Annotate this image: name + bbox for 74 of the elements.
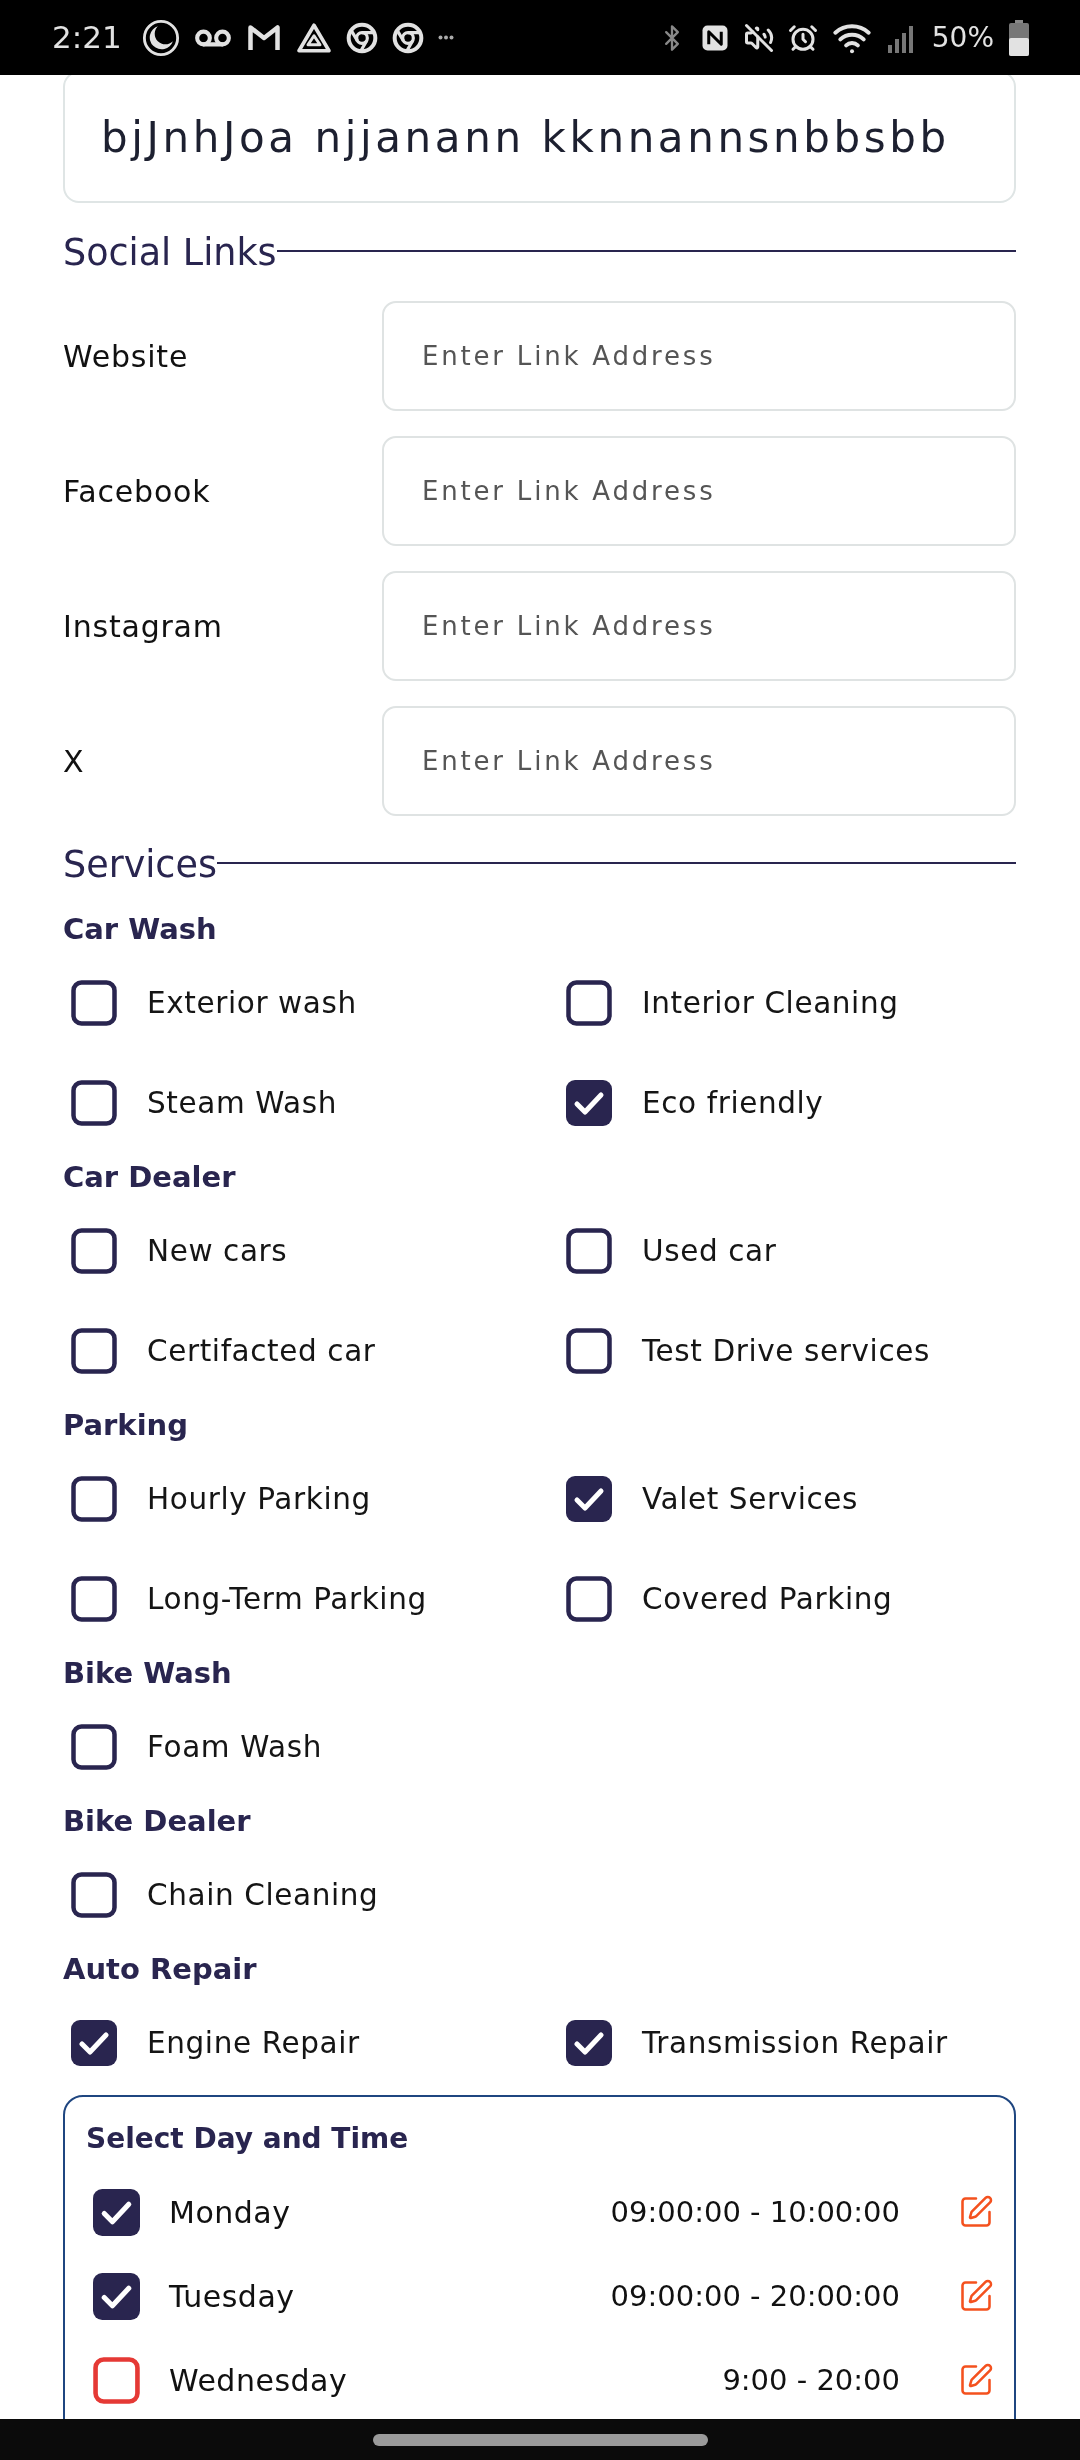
checkbox[interactable] [71,1872,117,1918]
option-label: Interior Cleaning [642,986,899,1020]
option-label: Eco friendly [642,1086,824,1120]
time-range: 09:00:00 - 10:00:00 [610,2195,900,2229]
option-label: Used car [642,1234,777,1268]
category-title: Bike Dealer [63,1803,251,1840]
option-label: Exterior wash [147,986,357,1020]
link-input[interactable]: Enter Link Address [382,571,1016,681]
checkbox[interactable] [566,1328,612,1374]
checkbox[interactable] [566,980,612,1026]
checkbox[interactable] [566,1476,612,1522]
edit-icon[interactable] [958,2362,994,2398]
option-label: Transmission Repair [642,2026,948,2060]
category-title: Car Dealer [63,1159,236,1196]
triangle-icon [295,21,332,54]
option-label: Covered Parking [642,1582,893,1616]
text-field[interactable]: bjJnhJoa njjanann kknnannsnbbsbb [63,75,1016,203]
option-label: Engine Repair [147,2026,360,2060]
category-title: Car Wash [63,911,217,948]
category-title: Parking [63,1407,188,1444]
option-label: Chain Cleaning [147,1878,379,1912]
checkbox[interactable] [93,2272,140,2320]
battery-percent: 50% [931,23,994,52]
option-label: Hourly Parking [147,1482,371,1516]
link-input[interactable]: Enter Link Address [382,436,1016,546]
time-range: 9:00 - 20:00 [722,2363,900,2397]
checkbox[interactable] [566,2020,612,2066]
checkbox[interactable] [93,2188,140,2236]
checkbox[interactable] [71,1576,117,1622]
day-label: Tuesday [169,2278,295,2314]
category-title: Auto Repair [63,1951,257,1988]
day-label: Wednesday [169,2362,348,2398]
clock-time: 2:21 [52,22,122,53]
field-label: Instagram [63,608,223,644]
checkbox[interactable] [566,1228,612,1274]
option-label: Certifacted car [147,1334,376,1368]
time-range: 09:00:00 - 20:00:00 [610,2279,900,2313]
edit-icon[interactable] [958,2194,994,2230]
checkbox[interactable] [566,1080,612,1126]
field-label: X [63,743,85,779]
option-label: Valet Services [642,1482,859,1516]
checkbox[interactable] [93,2356,140,2404]
crescent-icon [141,18,180,57]
checkbox[interactable] [71,1328,117,1374]
edit-icon[interactable] [958,2278,994,2314]
dots-icon [437,35,454,40]
battery-icon [1008,19,1030,56]
link-input[interactable]: Enter Link Address [382,706,1016,816]
checkbox[interactable] [566,1576,612,1622]
option-label: Foam Wash [147,1730,322,1764]
checkbox[interactable] [71,1724,117,1770]
checkbox[interactable] [71,1080,117,1126]
section-title: Social Links [63,231,277,275]
mute-icon [743,22,774,53]
checkbox[interactable] [71,980,117,1026]
alarm-icon [787,22,818,53]
category-title: Bike Wash [63,1655,232,1692]
checkbox[interactable] [71,1228,117,1274]
option-label: Test Drive services [642,1334,930,1368]
checkbox[interactable] [71,1476,117,1522]
link-input[interactable]: Enter Link Address [382,301,1016,411]
panel-title: Select Day and Time [86,2121,409,2157]
ring-icon [345,21,378,54]
checkbox[interactable] [71,2020,117,2066]
field-label: Website [63,338,189,374]
ring-icon [391,21,424,54]
home-handle[interactable] [372,2433,708,2446]
option-label: Steam Wash [147,1086,338,1120]
day-label: Monday [169,2194,291,2230]
mail-icon [245,22,282,53]
option-label: New cars [147,1234,288,1268]
field-label: Facebook [63,473,211,509]
option-label: Long-Term Parking [147,1582,427,1616]
section-title: Services [63,843,217,887]
